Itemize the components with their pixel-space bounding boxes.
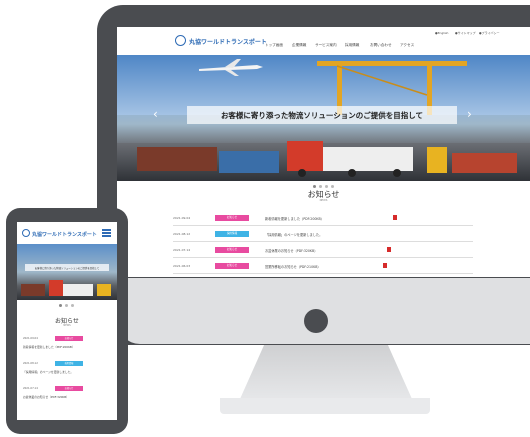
logo-icon: [175, 35, 186, 46]
slider-prev-arrow-icon[interactable]: ‹: [153, 107, 158, 121]
mobile-news-tag: 採用情報: [55, 361, 83, 366]
pdf-icon: [383, 263, 387, 268]
news-tag: お知らせ: [215, 247, 249, 253]
mobile-news-subheading: NEWS: [63, 324, 71, 327]
mobile-hero-caption: お客様に寄り添った物流ソリューションのご提供を目指して: [34, 266, 100, 270]
utility-link-privacy[interactable]: ●プライバシー: [479, 31, 500, 35]
mobile-news-tag: お知らせ: [55, 336, 83, 341]
mobile-logo-icon: [22, 229, 30, 237]
hero-slider[interactable]: お客様に寄り添った物流ソリューションのご提供を目指して ‹ ›: [117, 55, 530, 181]
news-subheading: NEWS: [319, 199, 328, 202]
utility-link-english[interactable]: ●English: [435, 31, 448, 35]
hero-caption: お客様に寄り添った物流ソリューションのご提供を目指して: [220, 111, 424, 120]
mobile-slider-dot-1[interactable]: [59, 304, 62, 307]
news-date: 2021.06.03: [173, 264, 191, 268]
hamburger-menu-icon[interactable]: [102, 229, 111, 237]
airplane-icon: [199, 59, 263, 76]
mobile-slider-dot-3[interactable]: [71, 304, 74, 307]
news-row[interactable]: 2021.08.12 採用情報 「採用情報」のページを更新しました。: [173, 229, 473, 242]
trucks-and-containers-illustration: [137, 141, 517, 177]
nav-item-access[interactable]: アクセス: [400, 43, 414, 48]
site-header: 丸協ワールドトランスポート ●English ●サイトマップ ●プライバシー ト…: [117, 27, 530, 53]
mobile-site-logo[interactable]: 丸協ワールドトランスポート: [32, 231, 97, 238]
site-logo[interactable]: 丸協ワールドトランスポート: [189, 37, 267, 46]
mobile-hero-slider[interactable]: お客様に寄り添った物流ソリューションのご提供を目指して: [17, 244, 117, 300]
mobile-news-date: 2021.07.14: [23, 387, 38, 390]
phone-screen: 丸協ワールドトランスポート お客様に寄り添った物流ソリューションのご提供を目指し…: [17, 222, 117, 420]
mobile-trucks-illustration: [21, 280, 111, 296]
mobile-news-text[interactable]: 新着情報を更新しました（PDF:200KB）: [23, 345, 75, 349]
news-text[interactable]: お盆休業のお知らせ（PDF:320KB）: [265, 248, 317, 253]
news-date: 2021.08.12: [173, 232, 191, 236]
desktop-screen: 丸協ワールドトランスポート ●English ●サイトマップ ●プライバシー ト…: [117, 27, 530, 277]
slider-dot-2[interactable]: [319, 185, 322, 188]
nav-item-top[interactable]: トップ画面: [265, 43, 283, 48]
monitor-stand-base: [220, 398, 430, 414]
mobile-news-text[interactable]: お盆休業のお知らせ（PDF:320KB）: [23, 395, 69, 399]
monitor-chin: [118, 278, 530, 344]
nav-item-recruit[interactable]: 採用情報: [345, 43, 359, 48]
nav-item-contact[interactable]: お問い合わせ: [370, 43, 392, 48]
news-tag: お知らせ: [215, 215, 249, 221]
power-button-icon: [304, 309, 328, 333]
news-tag: お知らせ: [215, 263, 249, 269]
news-text[interactable]: 新着情報を更新しました（PDF:200KB）: [265, 216, 324, 221]
mobile-news-text[interactable]: 「採用情報」のページを更新しました。: [23, 370, 73, 374]
mobile-hero-caption-box: お客様に寄り添った物流ソリューションのご提供を目指して: [25, 264, 109, 271]
mobile-news-date: 2021.08.12: [23, 362, 38, 365]
hero-caption-box: お客様に寄り添った物流ソリューションのご提供を目指して: [187, 106, 457, 124]
nav-item-service[interactable]: サービス案内: [315, 43, 337, 48]
news-tag: 採用情報: [215, 231, 249, 237]
slider-dot-1[interactable]: [313, 185, 316, 188]
news-date: 2021.07.14: [173, 248, 191, 252]
mobile-news-date: 2021.09.04: [23, 337, 38, 340]
slider-dot-4[interactable]: [331, 185, 334, 188]
news-row[interactable]: 2021.09.04 お知らせ 新着情報を更新しました（PDF:200KB）: [173, 213, 473, 226]
news-text[interactable]: 「採用情報」のページを更新しました。: [265, 232, 322, 237]
news-text[interactable]: 営業所移転のお知らせ（PDF:210KB）: [265, 264, 321, 269]
mobile-news-tag: お知らせ: [55, 386, 83, 391]
utility-link-sitemap[interactable]: ●サイトマップ: [455, 31, 476, 35]
monitor-stand: [240, 345, 412, 399]
mobile-slider-dot-2[interactable]: [65, 304, 68, 307]
pdf-icon: [393, 215, 397, 220]
slider-dot-3[interactable]: [325, 185, 328, 188]
news-row[interactable]: 2021.07.14 お知らせ お盆休業のお知らせ（PDF:320KB）: [173, 245, 473, 258]
pdf-icon: [387, 247, 391, 252]
slider-next-arrow-icon[interactable]: ›: [467, 107, 472, 121]
nav-item-company[interactable]: 企業情報: [292, 43, 306, 48]
news-row[interactable]: 2021.06.03 お知らせ 営業所移転のお知らせ（PDF:210KB）: [173, 261, 473, 274]
news-date: 2021.09.04: [173, 216, 191, 220]
